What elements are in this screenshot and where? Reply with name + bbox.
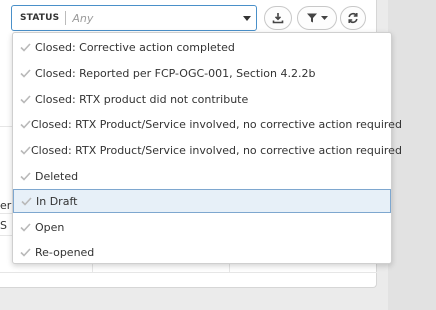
dropdown-option-label: Open — [35, 220, 65, 234]
check-icon — [13, 119, 31, 129]
dropdown-option-label: Deleted — [35, 169, 79, 183]
check-icon — [14, 196, 36, 206]
dropdown-option[interactable]: Re-opened — [13, 240, 391, 264]
status-filter-placeholder[interactable]: Any — [66, 12, 243, 25]
refresh-icon — [347, 12, 359, 24]
dropdown-option[interactable]: Closed: RTX product did not contribute — [13, 87, 391, 111]
check-icon — [13, 247, 35, 257]
chevron-down-icon — [321, 15, 328, 21]
dropdown-option-label: Closed: RTX product did not contribute — [35, 92, 249, 106]
dropdown-option[interactable]: Closed: Reported per FCP-OGC-001, Sectio… — [13, 61, 391, 85]
check-icon — [13, 145, 31, 155]
check-icon — [13, 222, 35, 232]
dropdown-option[interactable]: Deleted — [13, 164, 391, 188]
dropdown-option-selected[interactable]: In Draft — [13, 189, 391, 213]
table-cell-text: S — [0, 219, 7, 232]
filter-icon — [306, 12, 318, 24]
dropdown-option-label: In Draft — [36, 194, 78, 208]
chevron-down-icon[interactable] — [243, 15, 251, 21]
refresh-button[interactable] — [340, 6, 366, 30]
check-icon — [13, 171, 35, 181]
status-filter-select[interactable]: STATUS Any — [11, 5, 257, 31]
dropdown-option-label: Closed: RTX Product/Service involved, no… — [31, 117, 402, 131]
dropdown-option[interactable]: Closed: RTX Product/Service involved, no… — [13, 138, 402, 162]
dropdown-option[interactable]: Open — [13, 215, 391, 239]
download-button[interactable] — [264, 6, 292, 30]
check-icon — [13, 42, 35, 52]
dropdown-option-label: Re-opened — [35, 245, 95, 259]
check-icon — [13, 94, 35, 104]
dropdown-option[interactable]: Closed: Corrective action completed — [13, 35, 391, 59]
dropdown-option-label: Closed: Reported per FCP-OGC-001, Sectio… — [35, 66, 316, 80]
dropdown-option-label: Closed: Corrective action completed — [35, 40, 235, 54]
status-filter-label: STATUS — [20, 13, 60, 23]
table-row-divider — [0, 272, 377, 273]
filter-menu-button[interactable] — [297, 6, 337, 30]
dropdown-option-label: Closed: RTX Product/Service involved, no… — [31, 143, 402, 157]
check-icon — [13, 68, 35, 78]
dropdown-option[interactable]: Closed: RTX Product/Service involved, no… — [13, 112, 402, 136]
download-icon — [272, 12, 284, 24]
status-dropdown-menu: Closed: Corrective action completed Clos… — [12, 32, 402, 264]
